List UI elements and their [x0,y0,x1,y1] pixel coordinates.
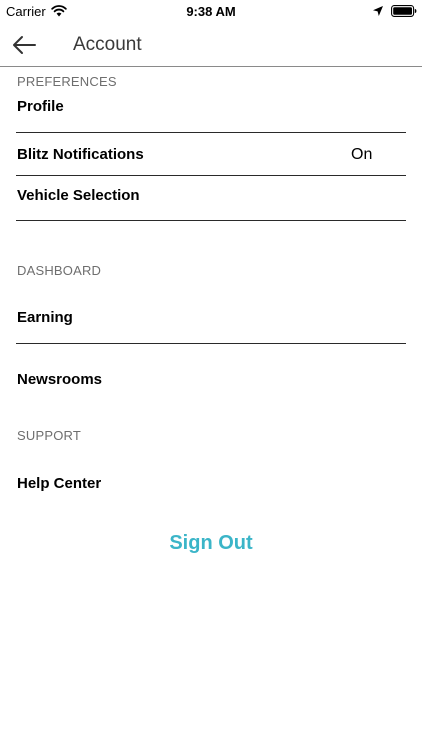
nav-bar: Account [0,24,422,67]
row-label: Blitz Notifications [17,146,144,163]
row-blitz-notifications[interactable]: Blitz Notifications On [0,133,422,175]
sign-out-button[interactable]: Sign Out [0,532,422,555]
row-label: Vehicle Selection [17,187,140,204]
row-earning[interactable]: Earning [0,290,422,342]
notifications-status-value: On [351,146,373,163]
row-profile[interactable]: Profile [0,90,422,132]
row-label: Earning [17,309,73,326]
row-label: Profile [17,98,64,115]
location-icon [373,6,383,16]
divider [16,343,406,344]
row-label: Newsrooms [17,371,103,388]
divider [16,220,406,221]
row-label: Help Center [17,475,102,492]
section-header-preferences: PREFERENCES [17,74,117,89]
row-help-center[interactable]: Help Center [0,455,422,511]
section-header-support: SUPPORT [17,428,82,443]
row-vehicle-selection[interactable]: Vehicle Selection [0,176,422,220]
section-header-dashboard: DASHBOARD [17,263,102,278]
battery-icon [391,5,417,17]
status-time: 9:38 AM [186,4,236,19]
status-bar: Carrier 9:38 AM [0,0,422,24]
page-title: Account [73,34,142,55]
row-newsrooms[interactable]: Newsrooms [0,350,422,406]
back-arrow-icon[interactable] [12,35,36,55]
